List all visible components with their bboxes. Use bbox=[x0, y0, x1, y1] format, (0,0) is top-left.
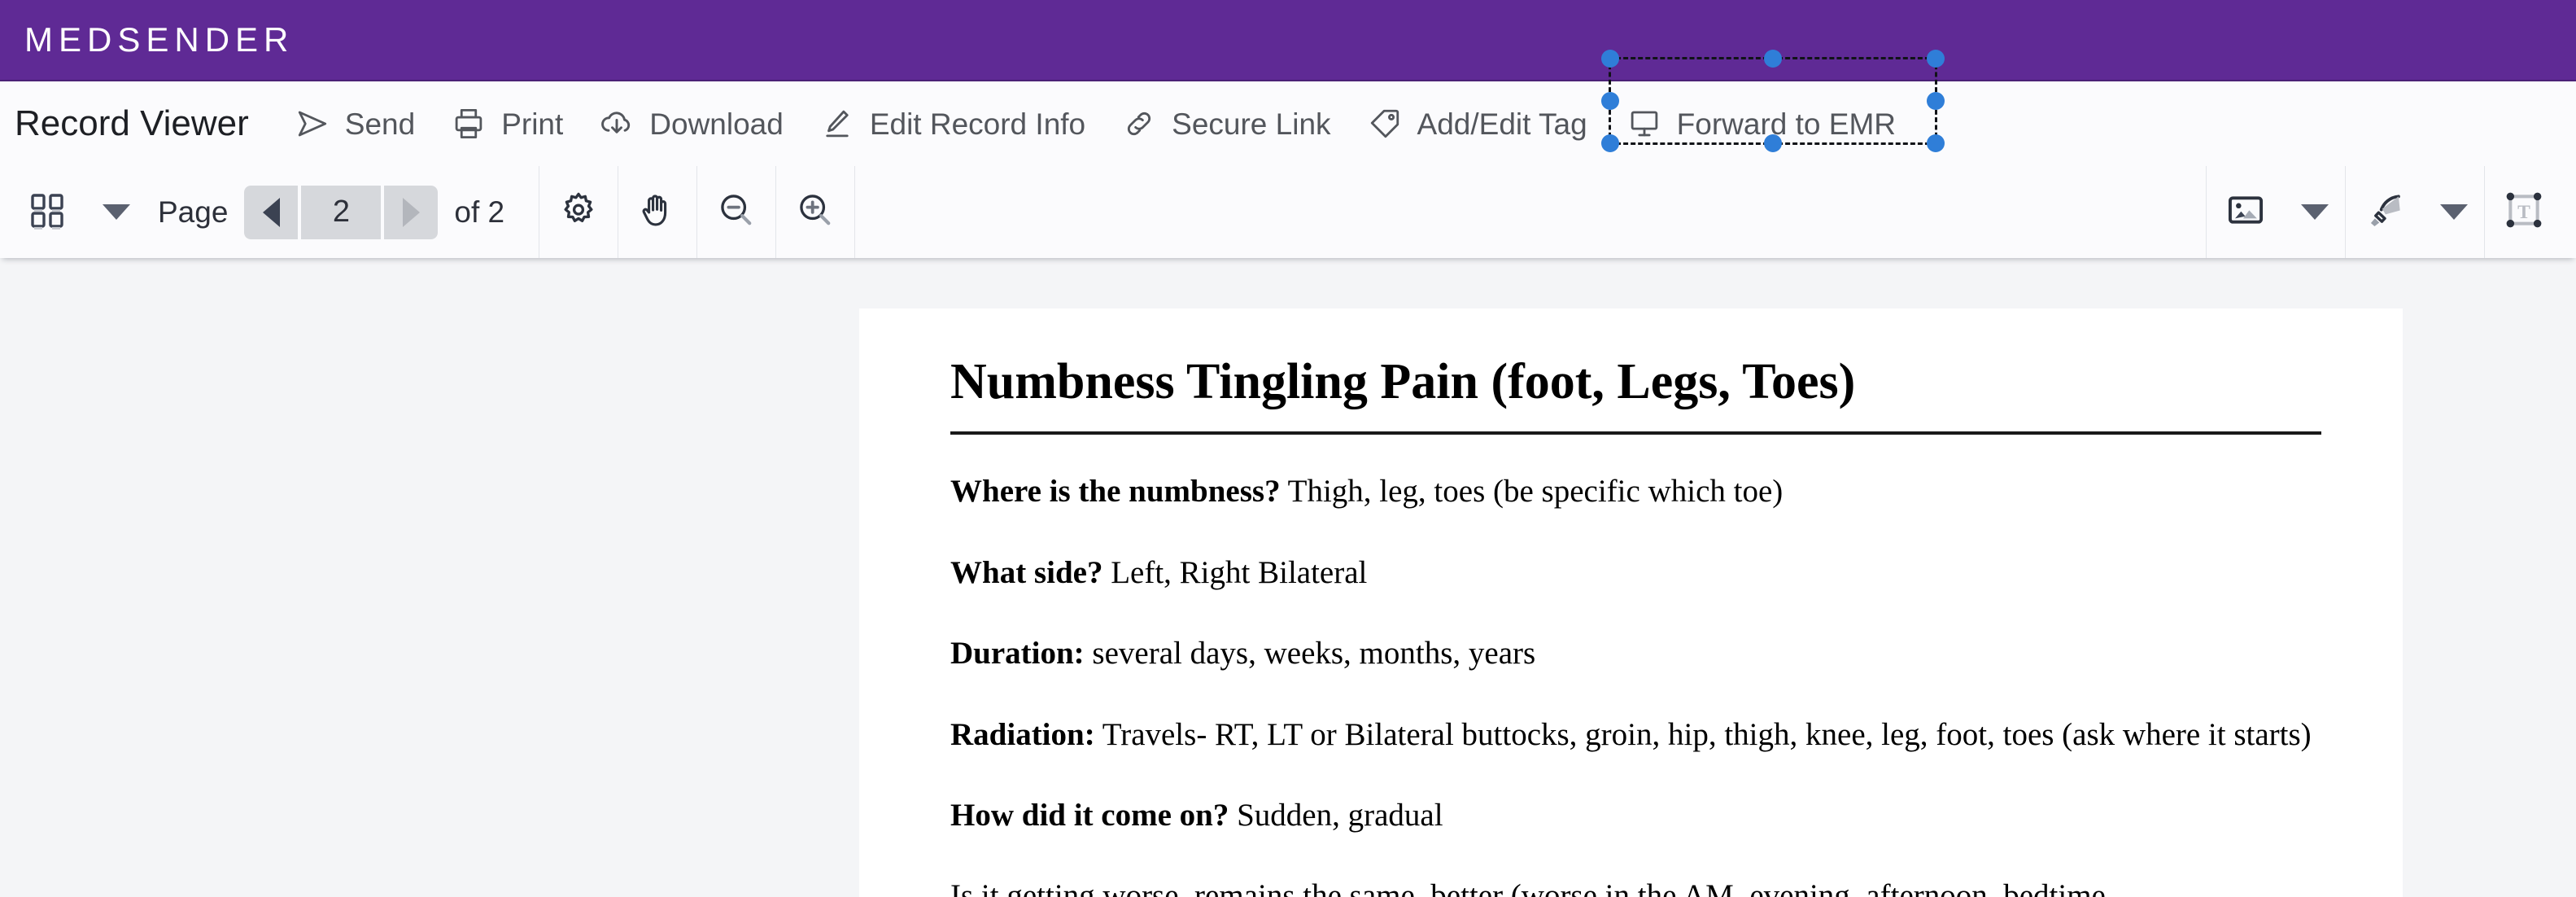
app-header: MEDSENDER bbox=[0, 0, 2576, 80]
send-icon bbox=[295, 106, 330, 142]
highlighter-dropdown[interactable] bbox=[2424, 166, 2484, 258]
edit-record-info-button[interactable]: Edit Record Info bbox=[801, 81, 1103, 166]
page-thumbnails-icon bbox=[28, 190, 67, 234]
secure-link-button[interactable]: Secure Link bbox=[1103, 81, 1348, 166]
forward-to-emr-button[interactable]: Forward to EMR bbox=[1626, 81, 1914, 166]
printer-icon bbox=[451, 106, 487, 142]
paragraph-text: Travels- RT, LT or Bilateral buttocks, g… bbox=[1095, 717, 2312, 752]
page-number-input[interactable] bbox=[301, 186, 381, 239]
previous-page-button[interactable] bbox=[244, 186, 298, 239]
zoom-in-icon bbox=[795, 190, 836, 234]
secure-link-label: Secure Link bbox=[1172, 109, 1330, 139]
document-title: Numbness Tingling Pain (foot, Legs, Toes… bbox=[950, 354, 2321, 410]
document-paragraph: What side? Left, Right Bilateral bbox=[950, 550, 2321, 595]
download-cloud-icon bbox=[599, 106, 635, 142]
svg-text:T: T bbox=[2517, 202, 2530, 223]
paragraph-label: Radiation: bbox=[950, 717, 1095, 752]
pencil-icon bbox=[819, 106, 855, 142]
document-paragraph: Radiation: Travels- RT, LT or Bilateral … bbox=[950, 712, 2321, 757]
paragraph-text: Left, Right Bilateral bbox=[1102, 555, 1367, 590]
text-box-icon: T bbox=[2502, 188, 2546, 236]
brand-logo: MEDSENDER bbox=[24, 23, 294, 57]
chevron-down-icon bbox=[2301, 204, 2329, 220]
document-paragraph: Duration: several days, weeks, months, y… bbox=[950, 631, 2321, 676]
triangle-right-icon bbox=[403, 198, 420, 227]
paragraph-text: Is it getting worse, remains the same, b… bbox=[950, 878, 2106, 897]
highlighter-button[interactable] bbox=[2346, 166, 2424, 258]
chevron-down-icon bbox=[2440, 204, 2468, 220]
document-paragraph: How did it come on? Sudden, gradual bbox=[950, 793, 2321, 838]
download-label: Download bbox=[649, 109, 784, 139]
pan-hand-icon bbox=[637, 190, 678, 234]
tag-icon bbox=[1367, 106, 1403, 142]
page-navigator bbox=[244, 186, 438, 239]
text-box-button[interactable]: T bbox=[2485, 166, 2563, 258]
page-thumbnails-button[interactable] bbox=[8, 166, 86, 258]
send-button[interactable]: Send bbox=[277, 81, 433, 166]
document-paragraph: Where is the numbness? Thigh, leg, toes … bbox=[950, 469, 2321, 514]
document-page[interactable]: Numbness Tingling Pain (foot, Legs, Toes… bbox=[859, 308, 2403, 897]
selection-handle-bottom-right[interactable] bbox=[1927, 134, 1945, 152]
document-viewport[interactable]: Numbness Tingling Pain (foot, Legs, Toes… bbox=[0, 308, 2576, 897]
add-edit-tag-label: Add/Edit Tag bbox=[1417, 109, 1587, 139]
paragraph-text: Thigh, leg, toes (be specific which toe) bbox=[1281, 474, 1784, 509]
viewer-controls-toolbar: Page of 2 bbox=[0, 166, 2576, 258]
download-button[interactable]: Download bbox=[581, 81, 801, 166]
title-divider bbox=[950, 431, 2321, 435]
triangle-left-icon bbox=[263, 198, 280, 227]
paragraph-label: Duration: bbox=[950, 636, 1085, 671]
record-actions-toolbar: Record Viewer Send Print Download Edit R… bbox=[0, 81, 2576, 166]
page-label: Page bbox=[158, 195, 228, 230]
paragraph-text: several days, weeks, months, years bbox=[1085, 636, 1536, 671]
link-icon bbox=[1121, 106, 1157, 142]
highlighter-icon bbox=[2363, 188, 2407, 236]
page-title: Record Viewer bbox=[15, 103, 249, 144]
toolbar-divider bbox=[854, 166, 855, 258]
settings-icon bbox=[558, 190, 599, 234]
paragraph-text: Sudden, gradual bbox=[1229, 798, 1443, 833]
paragraph-label: How did it come on? bbox=[950, 798, 1229, 833]
zoom-in-button[interactable] bbox=[776, 166, 854, 258]
view-mode-dropdown[interactable] bbox=[86, 166, 146, 258]
paragraph-label: What side? bbox=[950, 555, 1102, 590]
chevron-down-icon bbox=[103, 204, 130, 220]
image-stamp-dropdown[interactable] bbox=[2285, 166, 2345, 258]
paragraph-label: Where is the numbness? bbox=[950, 474, 1281, 509]
monitor-icon bbox=[1626, 106, 1662, 142]
pan-tool-button[interactable] bbox=[618, 166, 696, 258]
toolbar-stack: Record Viewer Send Print Download Edit R… bbox=[0, 80, 2576, 258]
forward-to-emr-label: Forward to EMR bbox=[1677, 109, 1896, 139]
edit-record-info-label: Edit Record Info bbox=[870, 109, 1085, 139]
print-label: Print bbox=[501, 109, 563, 139]
print-button[interactable]: Print bbox=[433, 81, 581, 166]
document-paragraph: Is it getting worse, remains the same, b… bbox=[950, 873, 2321, 897]
send-label: Send bbox=[345, 109, 415, 139]
settings-button[interactable] bbox=[539, 166, 618, 258]
selection-handle-middle-right[interactable] bbox=[1927, 92, 1945, 110]
next-page-button[interactable] bbox=[384, 186, 438, 239]
forward-to-emr-wrapper: Forward to EMR bbox=[1626, 81, 1914, 166]
total-pages-label: of 2 bbox=[454, 195, 504, 230]
zoom-out-button[interactable] bbox=[697, 166, 775, 258]
zoom-out-icon bbox=[716, 190, 757, 234]
image-stamp-icon bbox=[2225, 189, 2267, 235]
image-stamp-button[interactable] bbox=[2207, 166, 2285, 258]
add-edit-tag-button[interactable]: Add/Edit Tag bbox=[1349, 81, 1605, 166]
